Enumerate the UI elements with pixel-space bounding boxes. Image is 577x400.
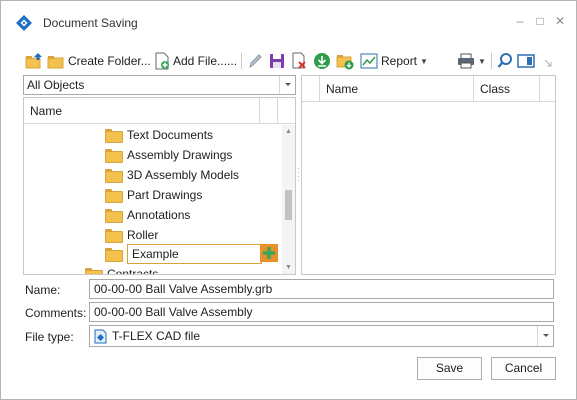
comments-label: Comments: bbox=[25, 306, 87, 320]
pencil-icon bbox=[249, 54, 262, 69]
chevron-down-icon[interactable] bbox=[279, 76, 295, 94]
filetype-select[interactable]: T-FLEX CAD file bbox=[89, 325, 554, 347]
document-list: Name Class bbox=[301, 75, 556, 275]
folder-icon bbox=[105, 248, 123, 262]
save-icon bbox=[270, 54, 284, 68]
scroll-down-icon[interactable]: ▼ bbox=[284, 263, 293, 272]
report-label: Report bbox=[381, 54, 418, 68]
list-column-name[interactable]: Name bbox=[326, 82, 358, 96]
folder-icon bbox=[105, 189, 123, 203]
resize-corner-icon bbox=[543, 56, 553, 70]
tree-header: Name bbox=[24, 98, 295, 124]
tree-item-label: Roller bbox=[127, 228, 159, 242]
folder-up-icon bbox=[25, 53, 42, 69]
close-button[interactable]: ✕ bbox=[550, 11, 570, 31]
filetype-label: File type: bbox=[25, 330, 74, 344]
create-folder-icon bbox=[47, 56, 64, 69]
column-divider bbox=[539, 76, 540, 102]
search-button[interactable] bbox=[497, 50, 513, 72]
minimize-button[interactable]: – bbox=[510, 11, 530, 31]
folder-icon bbox=[105, 129, 123, 143]
comments-input[interactable]: 00-00-00 Ball Valve Assembly bbox=[89, 302, 554, 322]
edit-button[interactable] bbox=[247, 50, 263, 72]
delete-icon bbox=[292, 52, 306, 69]
folder-download-button[interactable] bbox=[336, 50, 354, 72]
tree-column-name[interactable]: Name bbox=[30, 104, 62, 118]
chevron-down-icon: ▼ bbox=[420, 56, 428, 66]
save-toolbar-button[interactable] bbox=[269, 50, 285, 72]
scroll-up-icon[interactable]: ▲ bbox=[284, 127, 293, 136]
download-button[interactable] bbox=[313, 50, 331, 72]
report-dropdown[interactable]: Report ▼ bbox=[360, 50, 428, 72]
create-folder-button[interactable]: Create Folder... bbox=[47, 50, 151, 72]
print-dropdown[interactable]: ▼ bbox=[457, 50, 486, 72]
create-folder-label: Create Folder... bbox=[68, 54, 151, 68]
folder-icon bbox=[105, 229, 123, 243]
chevron-down-icon[interactable] bbox=[537, 326, 553, 346]
add-file-icon bbox=[155, 52, 169, 70]
name-label: Name: bbox=[25, 283, 61, 297]
toolbar-separator bbox=[491, 53, 492, 69]
search-icon bbox=[497, 53, 512, 68]
tree-item-label: Assembly Drawings bbox=[127, 148, 233, 162]
filetype-value: T-FLEX CAD file bbox=[112, 329, 201, 343]
folder-download-icon bbox=[336, 55, 354, 70]
tree-item-text-documents[interactable]: Text Documents bbox=[105, 125, 213, 145]
tree-item-annotations[interactable]: Annotations bbox=[105, 205, 190, 225]
tree-item-label: Text Documents bbox=[127, 128, 214, 142]
title-bar: Document Saving – □ ✕ bbox=[1, 1, 576, 43]
tree-item-label: Part Drawings bbox=[127, 188, 203, 202]
tree-scrollbar[interactable]: ▲ ▼ bbox=[282, 125, 295, 274]
plus-icon bbox=[263, 247, 275, 259]
object-filter-select[interactable]: All Objects bbox=[23, 75, 296, 95]
tree-item-label: 3D Assembly Models bbox=[127, 168, 240, 182]
tree-item-part-drawings[interactable]: Part Drawings bbox=[105, 185, 202, 205]
column-divider bbox=[259, 98, 260, 124]
folder-icon bbox=[105, 169, 123, 183]
folder-icon bbox=[105, 209, 123, 223]
column-divider bbox=[277, 98, 278, 124]
column-divider bbox=[473, 76, 474, 102]
toolbar: Create Folder... Add File...... Report ▼… bbox=[21, 50, 561, 72]
object-filter-value: All Objects bbox=[27, 78, 85, 92]
folder-tree: Name Text Documents Assembly Drawings 3D… bbox=[23, 97, 296, 275]
view-panel-icon bbox=[517, 54, 535, 68]
app-logo-icon bbox=[16, 15, 32, 31]
tree-item-label: Contracts bbox=[107, 267, 159, 275]
add-file-label: Add File...... bbox=[173, 54, 238, 68]
add-file-button[interactable]: Add File...... bbox=[154, 50, 237, 72]
chevron-down-icon: ▼ bbox=[478, 56, 486, 66]
toolbar-separator bbox=[241, 53, 242, 69]
print-icon bbox=[458, 53, 474, 69]
tree-item-3d-assembly-models[interactable]: 3D Assembly Models bbox=[105, 165, 239, 185]
tree-item-roller[interactable]: Roller bbox=[105, 225, 158, 245]
add-item-button[interactable] bbox=[260, 244, 278, 262]
folder-up-button[interactable] bbox=[25, 50, 43, 72]
scrollbar-thumb[interactable] bbox=[285, 190, 292, 220]
folder-icon bbox=[85, 268, 103, 274]
report-icon bbox=[360, 53, 378, 69]
name-input[interactable]: 00-00-00 Ball Valve Assembly.grb bbox=[89, 279, 554, 299]
tree-item-contracts[interactable]: Contracts bbox=[85, 264, 159, 275]
window-title: Document Saving bbox=[43, 16, 138, 30]
save-button[interactable]: Save bbox=[417, 357, 482, 380]
tflex-cad-file-icon bbox=[94, 329, 107, 344]
tree-item-example[interactable]: Example bbox=[105, 244, 262, 264]
download-icon bbox=[314, 53, 330, 69]
panel-splitter[interactable]: · · · · bbox=[297, 165, 300, 187]
maximize-button[interactable]: □ bbox=[530, 11, 550, 31]
column-divider bbox=[319, 76, 320, 102]
delete-button[interactable] bbox=[291, 50, 307, 72]
cancel-button[interactable]: Cancel bbox=[491, 357, 556, 380]
view-panel-button[interactable] bbox=[517, 50, 535, 72]
list-column-class[interactable]: Class bbox=[480, 82, 510, 96]
tree-item-label: Annotations bbox=[127, 208, 191, 222]
folder-icon bbox=[105, 149, 123, 163]
list-header: Name Class bbox=[302, 76, 555, 102]
document-saving-dialog: Document Saving – □ ✕ Create Folder... A… bbox=[0, 0, 577, 400]
tree-item-assembly-drawings[interactable]: Assembly Drawings bbox=[105, 145, 232, 165]
rename-input[interactable]: Example bbox=[127, 244, 262, 264]
